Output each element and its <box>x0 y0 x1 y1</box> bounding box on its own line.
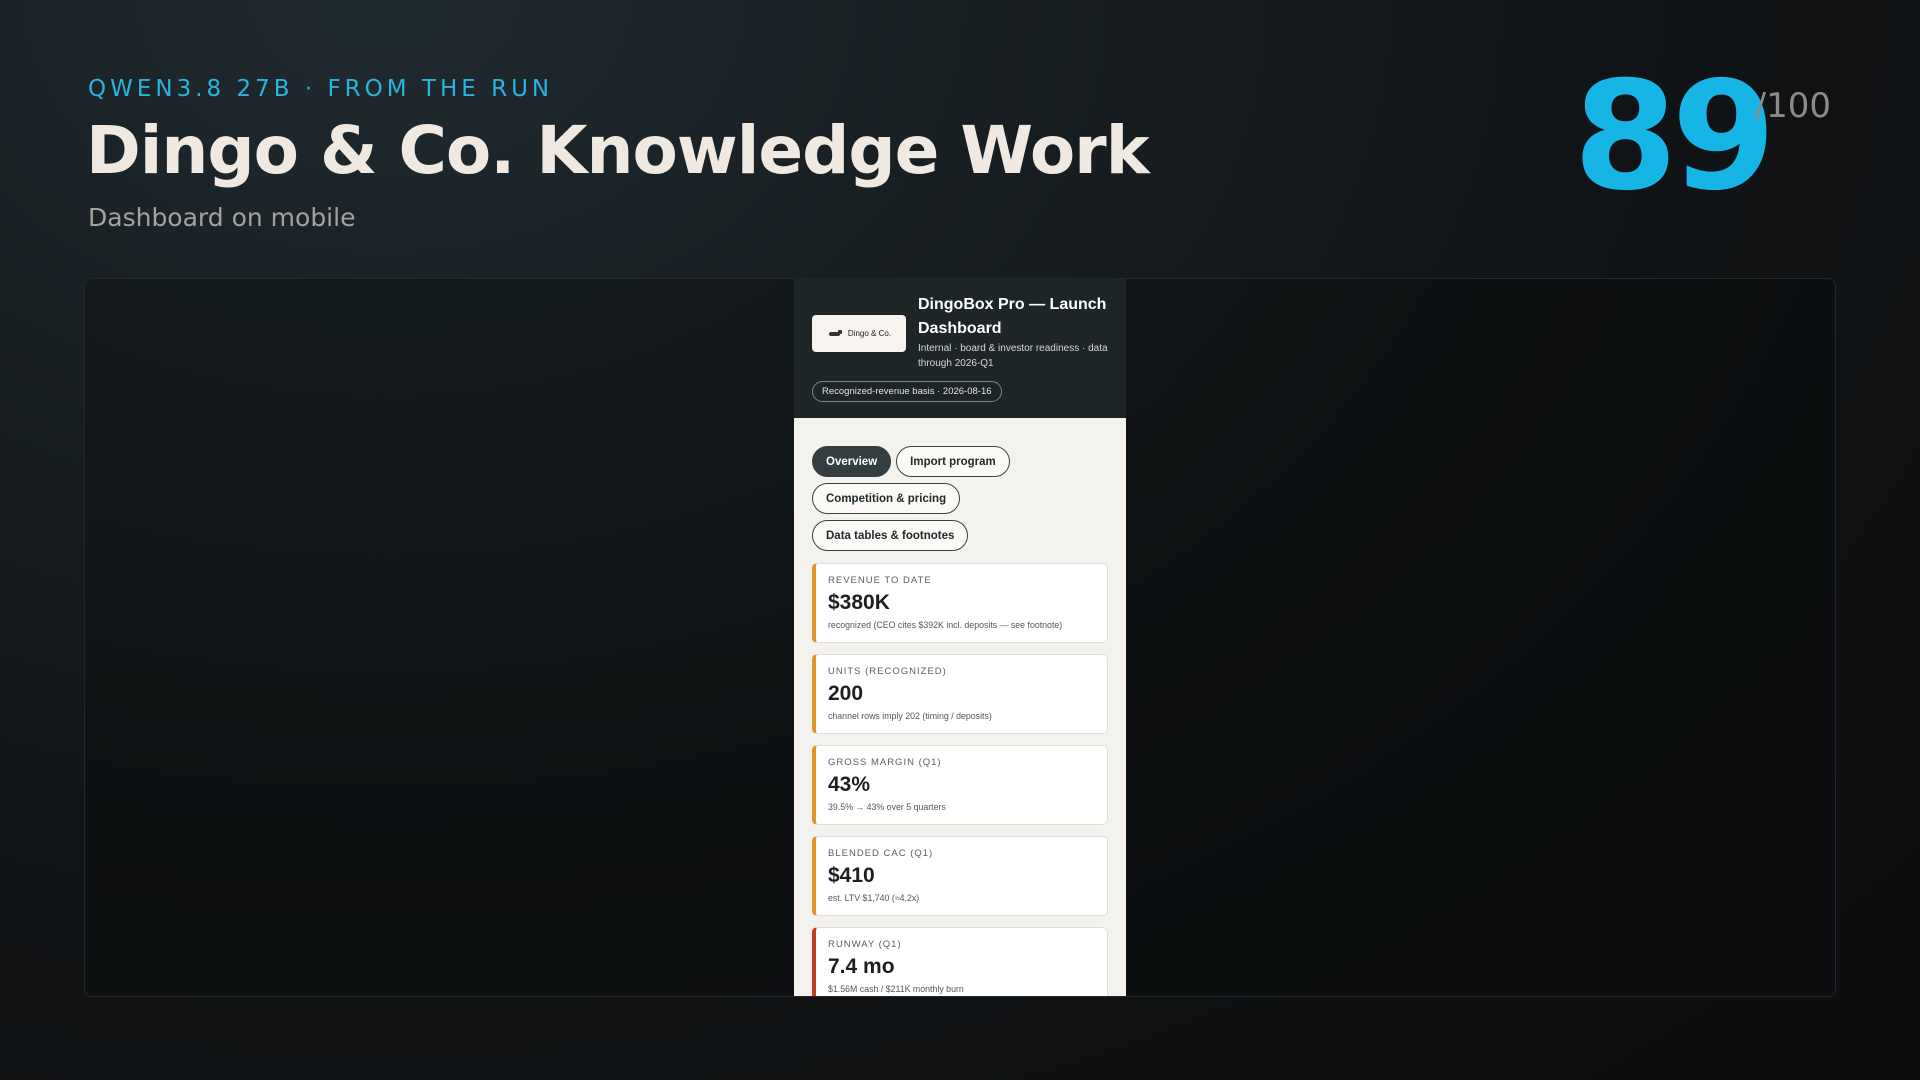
slide-title: Dingo & Co. Knowledge Work <box>86 112 1150 189</box>
score-max: /100 <box>1754 86 1831 126</box>
kpi-value: 200 <box>828 682 864 705</box>
revenue-basis-badge: Recognized-revenue basis · 2026-08-16 <box>812 381 1002 402</box>
tab-bar: Overview Import program Competition & pr… <box>794 418 1094 551</box>
dashboard-subtitle: Internal · board & investor readiness · … <box>918 343 1108 369</box>
dingo-logo-icon <box>827 329 843 338</box>
kpi-note: channel rows imply 202 (timing / deposit… <box>828 711 992 721</box>
kpi-value: 7.4 mo <box>828 955 895 978</box>
eyebrow: QWEN3.8 27B · FROM THE RUN <box>88 76 554 102</box>
kpi-card-cac: BLENDED CAC (Q1) $410 est. LTV $1,740 (≈… <box>812 836 1108 916</box>
score-value: 89 <box>1573 50 1776 224</box>
tab-import-program[interactable]: Import program <box>896 446 1010 477</box>
company-logo[interactable]: Dingo & Co. <box>812 315 906 352</box>
kpi-label: BLENDED CAC (Q1) <box>828 848 934 859</box>
tab-data-tables[interactable]: Data tables & footnotes <box>812 520 969 551</box>
kpi-label: RUNWAY (Q1) <box>828 939 902 950</box>
mobile-viewport[interactable]: Dingo & Co. DingoBox Pro — Launch Dashbo… <box>794 279 1126 996</box>
kpi-value: 43% <box>828 773 871 796</box>
kpi-card-revenue: REVENUE TO DATE $380K recognized (CEO ci… <box>812 563 1108 643</box>
kpi-label: GROSS MARGIN (Q1) <box>828 757 942 768</box>
dashboard-title: DingoBox Pro — Launch Dashboard <box>918 296 1107 337</box>
kpi-note: recognized (CEO cites $392K incl. deposi… <box>828 620 1063 630</box>
kpi-note: 39.5% → 43% over 5 quarters <box>828 802 946 812</box>
kpi-card-list: REVENUE TO DATE $380K recognized (CEO ci… <box>794 551 1126 996</box>
kpi-label: UNITS (RECOGNIZED) <box>828 666 947 677</box>
kpi-card-runway: RUNWAY (Q1) 7.4 mo $1.56M cash / $211K m… <box>812 927 1108 996</box>
logo-text: Dingo & Co. <box>847 329 892 338</box>
tab-competition-pricing[interactable]: Competition & pricing <box>812 483 961 514</box>
kpi-note: est. LTV $1,740 (≈4.2x) <box>828 893 920 903</box>
app-header: Dingo & Co. DingoBox Pro — Launch Dashbo… <box>794 279 1126 418</box>
kpi-note: $1.56M cash / $211K monthly burn <box>828 984 964 994</box>
tab-overview[interactable]: Overview <box>812 446 892 477</box>
kpi-label: REVENUE TO DATE <box>828 575 932 586</box>
kpi-card-gross-margin: GROSS MARGIN (Q1) 43% 39.5% → 43% over 5… <box>812 745 1108 825</box>
kpi-card-units: UNITS (RECOGNIZED) 200 channel rows impl… <box>812 654 1108 734</box>
kpi-value: $410 <box>828 864 875 887</box>
screenshot-frame: Dingo & Co. DingoBox Pro — Launch Dashbo… <box>84 278 1836 997</box>
slide-subtitle: Dashboard on mobile <box>88 203 356 232</box>
kpi-value: $380K <box>828 591 890 614</box>
